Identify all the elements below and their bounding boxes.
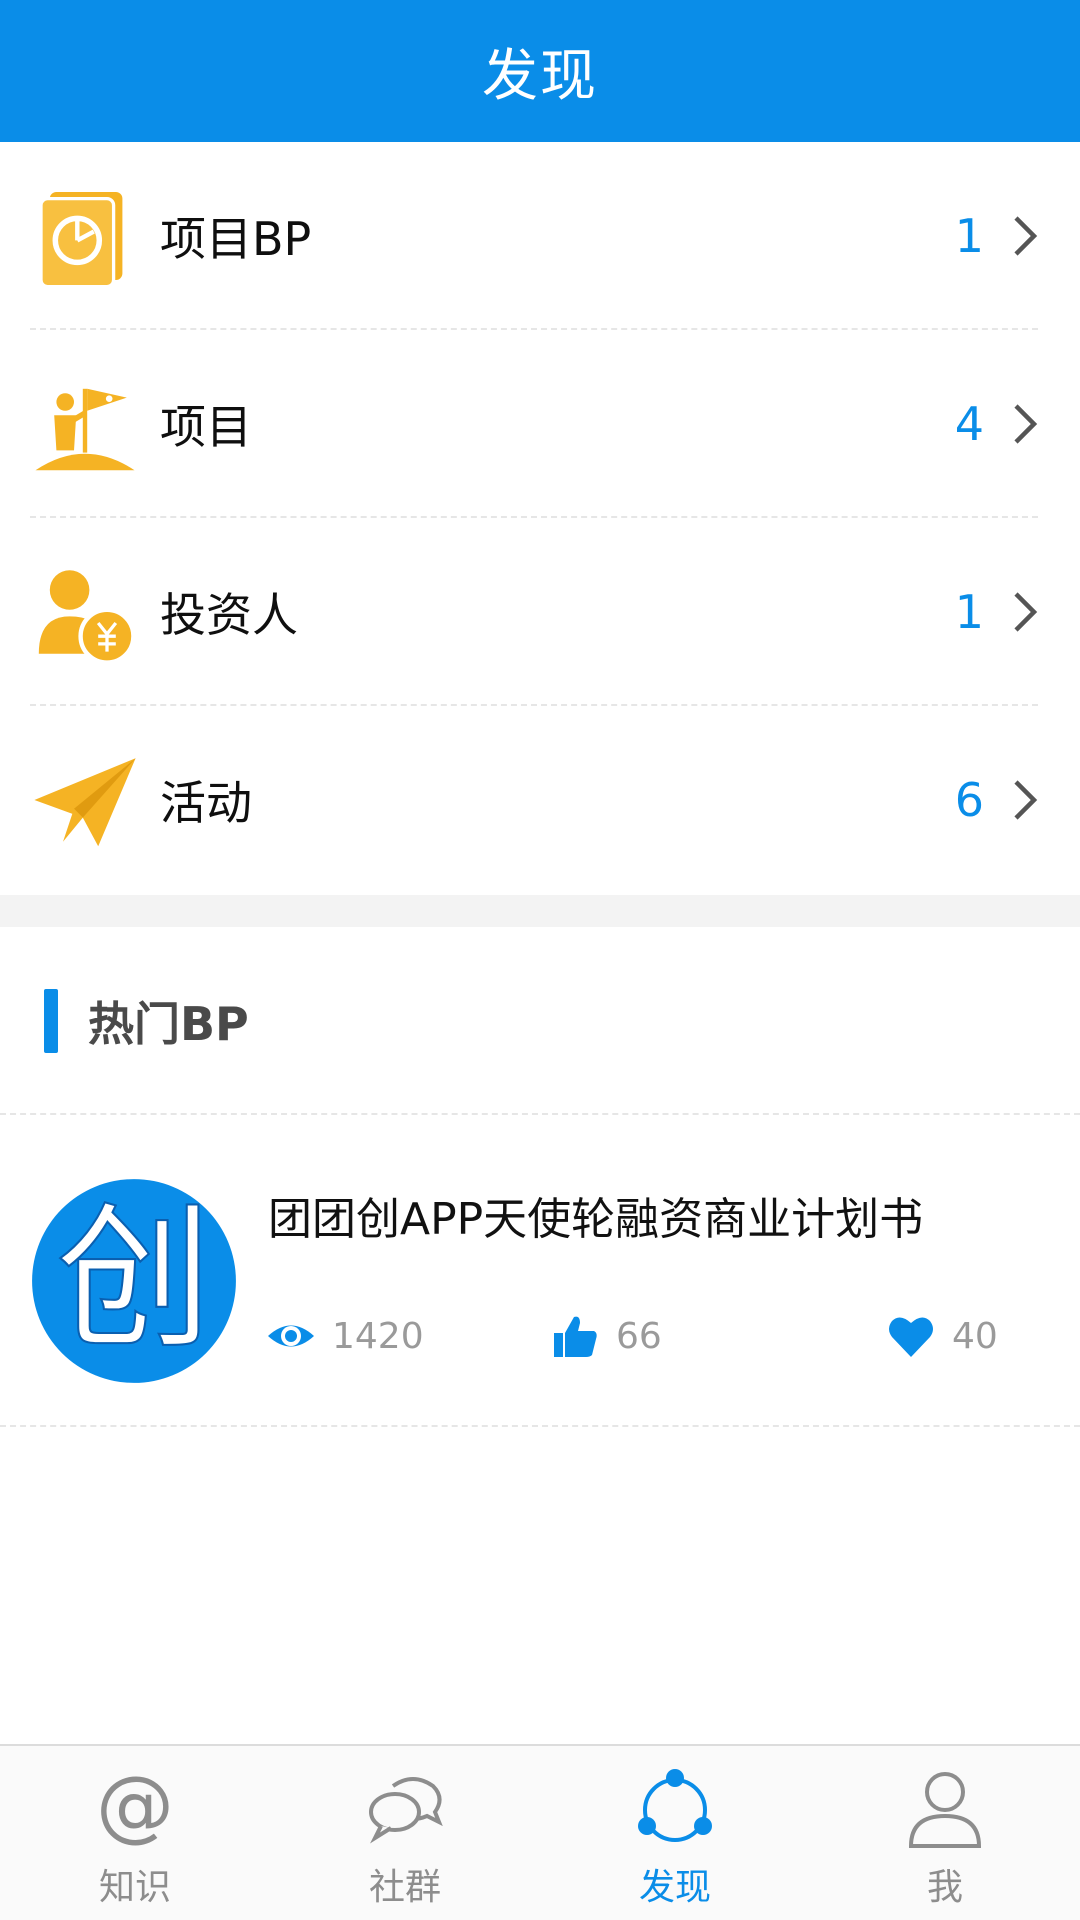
investor-yen-icon	[30, 557, 140, 667]
menu-item-project-bp[interactable]: 项目BP 1	[0, 142, 1080, 330]
bp-book-icon	[30, 181, 140, 291]
bp-title: 团团创APP天使轮融资商业计划书	[268, 1194, 924, 1245]
likes-count: 66	[616, 1315, 662, 1357]
bp-logo: 创	[30, 1177, 238, 1385]
chevron-right-icon	[1010, 401, 1040, 447]
flag-person-icon	[30, 369, 140, 479]
bp-logo-text: 创	[56, 1188, 212, 1370]
menu-item-label: 活动	[160, 776, 252, 830]
tab-me[interactable]: 我	[810, 1746, 1080, 1920]
bottom-tab-bar: @ 知识 社群 发现 我	[0, 1744, 1080, 1920]
chevron-right-icon	[1010, 589, 1040, 635]
chat-bubbles-icon	[363, 1766, 447, 1850]
menu-item-investors[interactable]: 投资人 1	[0, 518, 1080, 706]
favorites-count: 40	[952, 1315, 998, 1357]
tab-knowledge[interactable]: @ 知识	[0, 1746, 270, 1920]
discover-icon	[633, 1766, 717, 1850]
section-title: 热门BP	[88, 997, 249, 1051]
menu-item-count: 1	[954, 585, 984, 639]
discover-menu: 项目BP 1 项目 4 投资人 1 活动 6	[0, 142, 1080, 894]
tab-label: 社群	[368, 1867, 441, 1908]
menu-item-label: 项目	[160, 400, 252, 454]
menu-item-label: 投资人	[160, 588, 298, 642]
section-gap	[0, 895, 1080, 927]
views-count: 1420	[332, 1315, 424, 1357]
views-stat: 1420	[266, 1311, 424, 1361]
menu-item-projects[interactable]: 项目 4	[0, 330, 1080, 518]
tab-label: 知识	[98, 1867, 171, 1908]
hot-bp-item[interactable]: 创 团团创APP天使轮融资商业计划书 1420 66 40	[0, 1115, 1080, 1427]
thumbs-up-icon	[550, 1311, 600, 1361]
discover-screen: 发现 项目BP 1 项目 4 投资人 1 活动 6 热门BP 创 团团创APP天…	[0, 0, 1080, 1920]
section-accent-bar	[44, 989, 58, 1053]
paper-plane-icon	[30, 745, 140, 855]
tab-discover[interactable]: 发现	[540, 1746, 810, 1920]
heart-icon	[886, 1311, 936, 1361]
menu-item-label: 项目BP	[160, 212, 312, 266]
tab-label: 我	[926, 1867, 963, 1908]
app-header: 发现	[0, 0, 1080, 142]
menu-item-count: 6	[954, 773, 984, 827]
tab-community[interactable]: 社群	[270, 1746, 540, 1920]
divider	[0, 1425, 1080, 1427]
chevron-right-icon	[1010, 777, 1040, 823]
tab-label: 发现	[638, 1867, 711, 1908]
chevron-right-icon	[1010, 213, 1040, 259]
menu-item-count: 4	[954, 397, 984, 451]
user-icon	[903, 1766, 987, 1850]
likes-stat[interactable]: 66	[550, 1311, 662, 1361]
at-icon: @	[93, 1761, 177, 1851]
eye-icon	[266, 1311, 316, 1361]
svg-text:@: @	[96, 1766, 174, 1850]
menu-item-count: 1	[954, 209, 984, 263]
favorites-stat[interactable]: 40	[886, 1311, 998, 1361]
menu-item-events[interactable]: 活动 6	[0, 706, 1080, 894]
page-title: 发现	[482, 43, 598, 109]
hot-bp-header: 热门BP	[0, 927, 1080, 1115]
